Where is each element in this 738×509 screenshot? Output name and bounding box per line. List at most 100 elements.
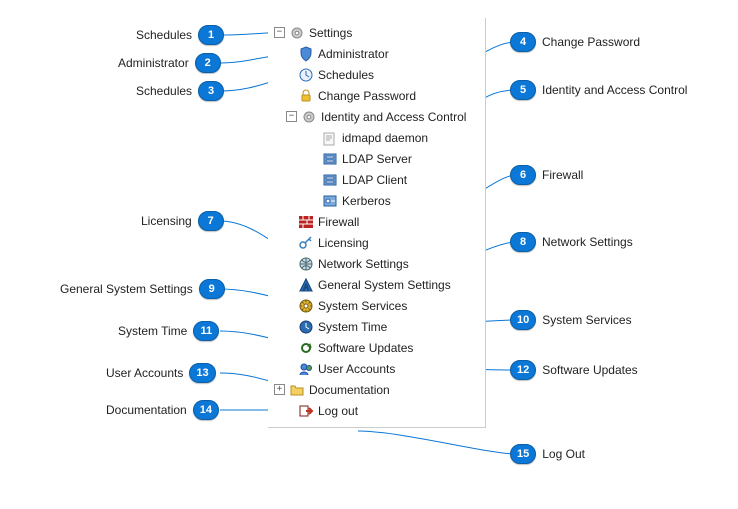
tree-node-schedules[interactable]: Schedules [270,64,483,85]
settings-tree: − Settings Administrator Schedules Chang… [268,18,486,428]
tree-label: LDAP Client [342,173,407,187]
callout-badge: 11 [193,321,219,341]
tree-node-updates[interactable]: Software Updates [270,337,483,358]
tree-node-change-password[interactable]: Change Password [270,85,483,106]
folder-icon [289,382,305,398]
tree-node-docs[interactable]: + Documentation [270,379,483,400]
tree-label: Settings [309,26,352,40]
triangle-icon: A [298,277,314,293]
callout-8: 8 Network Settings [510,232,639,252]
callout-text: Licensing [141,214,192,228]
callout-text: System Services [542,313,631,327]
gear-icon [289,25,305,41]
callout-text: Firewall [542,168,583,182]
callout-text: System Time [118,324,187,338]
callout-10: 10 System Services [510,310,638,330]
callout-badge: 8 [510,232,536,252]
callout-text: Network Settings [542,235,633,249]
tree-node-users[interactable]: User Accounts [270,358,483,379]
expand-icon[interactable]: + [274,384,285,395]
logout-icon [298,403,314,419]
callout-badge: 14 [193,400,219,420]
svg-text:A: A [303,283,309,292]
callout-text: General System Settings [60,282,193,296]
tree-node-ldap-client[interactable]: LDAP Client [270,169,483,190]
callout-text: Software Updates [542,363,637,377]
kerberos-icon [322,193,338,209]
gear-icon [301,109,317,125]
daemon-icon [322,130,338,146]
tree-label: Administrator [318,47,389,61]
tree-label: General System Settings [318,278,451,292]
callout-7: Licensing 7 [135,211,224,231]
callout-text: Schedules [136,84,192,98]
callout-badge: 3 [198,81,224,101]
callout-text: Change Password [542,35,640,49]
firewall-icon [298,214,314,230]
tree-node-network[interactable]: Network Settings [270,253,483,274]
tree-node-general[interactable]: A General System Settings [270,274,483,295]
callout-badge: 15 [510,444,536,464]
tree-label: Identity and Access Control [321,110,466,124]
callout-badge: 4 [510,32,536,52]
callout-6: 6 Firewall [510,165,589,185]
lock-icon [298,88,314,104]
tree-node-settings[interactable]: − Settings [270,22,483,43]
callout-badge: 6 [510,165,536,185]
callout-badge: 9 [199,279,225,299]
tree-node-licensing[interactable]: Licensing [270,232,483,253]
callout-2: Administrator 2 [112,53,221,73]
collapse-icon[interactable]: − [274,27,285,38]
wheel-icon [298,298,314,314]
callout-text: Schedules [136,28,192,42]
clock-icon [298,319,314,335]
callout-13: User Accounts 13 [100,363,216,383]
callout-1: Schedules 1 [130,25,224,45]
callout-badge: 5 [510,80,536,100]
admin-icon [298,46,314,62]
tree-label: Licensing [318,236,369,250]
callout-14: Documentation 14 [100,400,219,420]
tree-label: Network Settings [318,257,409,271]
callout-text: Identity and Access Control [542,83,687,97]
tree-node-services[interactable]: System Services [270,295,483,316]
callout-badge: 1 [198,25,224,45]
callout-text: Log Out [542,447,585,461]
tree-label: Change Password [318,89,416,103]
tree-label: Schedules [318,68,374,82]
callout-5: 5 Identity and Access Control [510,80,693,100]
tree-node-idmapd[interactable]: idmapd daemon [270,127,483,148]
callout-11: System Time 11 [112,321,219,341]
callout-badge: 7 [198,211,224,231]
key-icon [298,235,314,251]
tree-label: Kerberos [342,194,391,208]
callout-12: 12 Software Updates [510,360,644,380]
users-icon [298,361,314,377]
tree-label: System Services [318,299,407,313]
tree-node-ldap-server[interactable]: LDAP Server [270,148,483,169]
callout-badge: 10 [510,310,536,330]
collapse-icon[interactable]: − [286,111,297,122]
callout-15: 15 Log Out [510,444,591,464]
callout-text: Administrator [118,56,189,70]
callout-badge: 13 [189,363,215,383]
tree-label: Software Updates [318,341,413,355]
clock-icon [298,67,314,83]
tree-node-kerberos[interactable]: Kerberos [270,190,483,211]
callout-text: Documentation [106,403,187,417]
tree-node-administrator[interactable]: Administrator [270,43,483,64]
callout-badge: 12 [510,360,536,380]
callout-9: General System Settings 9 [54,279,225,299]
callout-3: Schedules 3 [130,81,224,101]
tree-label: Log out [318,404,358,418]
tree-node-iac[interactable]: − Identity and Access Control [270,106,483,127]
tree-label: Documentation [309,383,390,397]
refresh-icon [298,340,314,356]
tree-label: Firewall [318,215,359,229]
ldap-icon [322,172,338,188]
tree-label: LDAP Server [342,152,412,166]
tree-node-firewall[interactable]: Firewall [270,211,483,232]
tree-node-time[interactable]: System Time [270,316,483,337]
tree-node-logout[interactable]: Log out [270,400,483,421]
tree-label: User Accounts [318,362,395,376]
